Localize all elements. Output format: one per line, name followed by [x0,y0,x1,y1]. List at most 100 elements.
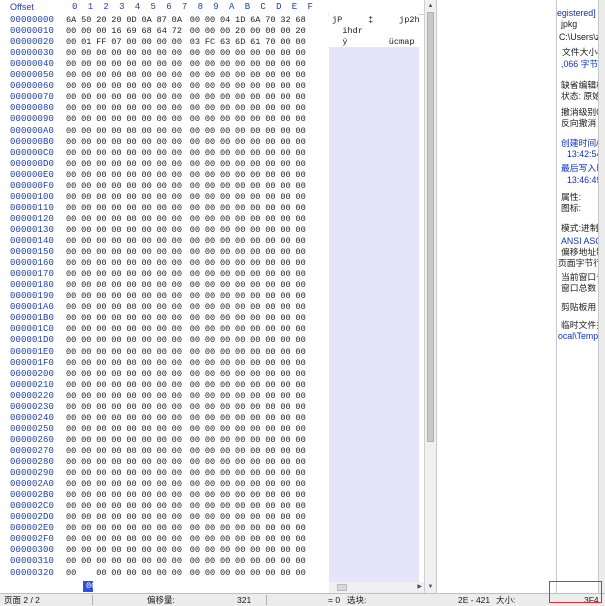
hex-row[interactable]: 00 00 00 00 00 00 00 00 00 00 00 00 00 00 00 00 [66,214,311,225]
hex-row[interactable]: 00 00 00 00 00 00 00 00 00 00 00 00 00 00 00 00 [66,170,311,181]
horizontal-scrollbar[interactable]: ▶ [329,582,424,593]
hex-row[interactable]: 00 00 00 00 00 00 00 00 00 00 00 00 00 00 00 00 [66,81,311,92]
offset-label: 00000230 [10,401,55,412]
text-row[interactable]: ÿ ücmap [332,37,414,48]
hex-row[interactable]: 00 00 00 00 00 00 00 00 00 00 00 00 00 00 00 00 [66,424,311,435]
hex-row[interactable]: 00 00 00 00 00 00 00 00 00 00 00 00 00 00 00 00 [66,148,311,159]
hex-row[interactable]: 00 00 00 00 00 00 00 00 00 00 00 00 00 00 00 00 [66,490,311,501]
info-entry: jpkg [561,19,578,29]
hex-row[interactable]: 00 00 00 00 00 00 00 00 00 00 00 00 00 00 00 00 [66,291,311,302]
column-label: 2 [103,2,109,12]
offset-label: 00000020 [10,37,55,48]
hex-row[interactable]: 00 00 00 00 00 00 00 00 00 00 00 00 00 00 00 00 [66,523,311,534]
hex-row[interactable]: 00 00 00 00 00 00 00 00 00 00 00 00 00 00 00 00 [66,358,311,369]
offset-label: 00000130 [10,224,55,235]
offset-label: 00000000 [10,15,55,25]
info-entry: 剪贴板用 [561,302,597,312]
offset-label: 00000080 [10,103,55,114]
scroll-right-arrow-icon[interactable]: ▶ [417,582,422,593]
offset-label: 00000150 [10,247,55,258]
hex-row[interactable]: 00 00 00 00 00 00 00 00 00 00 00 00 00 00 00 00 [66,413,311,424]
info-entry: 属性: [561,192,582,202]
hex-row[interactable]: 00 00 00 00 00 00 00 00 00 00 00 00 00 00 00 00 [66,335,311,346]
hex-row[interactable]: 00 01 FF 07 00 00 00 00 03 FC 63 6D 61 70 00 00 [66,37,311,48]
hex-row[interactable]: 6A 50 20 20 0D 0A 87 0A 00 00 04 1D 6A 70 32 68 [66,15,311,26]
hex-row[interactable]: 00 00 00 00 00 00 00 00 00 00 00 00 00 00 00 00 [66,380,311,391]
offset-label: 00000100 [10,191,55,202]
hex-row[interactable]: 00 00 00 00 00 00 00 00 00 00 00 00 00 00 00 [66,568,311,579]
hex-row[interactable]: 00 00 00 00 00 00 00 00 00 00 00 00 00 00 00 00 [66,225,311,236]
hex-row[interactable]: 00 00 00 16 69 68 64 72 00 00 00 20 00 00 00 20 [66,26,311,37]
info-entry: ocal\Temp [558,331,599,341]
text-row[interactable]: ihdr [332,26,363,37]
offset-label: 00000200 [10,368,55,379]
hex-row[interactable]: 00 00 00 00 00 00 00 00 00 00 00 00 00 00 00 00 [66,446,311,457]
text-column[interactable]: jP ‡ jp2h ihdr ÿ ücmap [329,14,420,593]
hex-row[interactable]: 00 00 00 00 00 00 00 00 00 00 00 00 00 00 00 00 [66,59,311,70]
hex-row[interactable]: 00 00 00 00 00 00 00 00 00 00 00 00 00 00 00 00 [66,137,311,148]
hex-row[interactable]: 00 00 00 00 00 00 00 00 00 00 00 00 00 00 00 00 [66,92,311,103]
vertical-scrollbar[interactable]: ▲ ▼ [424,0,436,593]
hex-row[interactable]: 00 00 00 00 00 00 00 00 00 00 00 00 00 00 00 00 [66,457,311,468]
hex-row[interactable]: 00 00 00 00 00 00 00 00 00 00 00 00 00 00 00 00 [66,391,311,402]
hex-row[interactable]: 00 00 00 00 00 00 00 00 00 00 00 00 00 00 00 00 [66,269,311,280]
hex-row[interactable]: 00 00 00 00 00 00 00 00 00 00 00 00 00 00 00 00 [66,545,311,556]
status-page: 页面 2 / 2 [4,595,40,605]
hex-row[interactable]: 00 00 00 00 00 00 00 00 00 00 00 00 00 00 00 00 [66,236,311,247]
hex-row[interactable]: 00 00 00 00 00 00 00 00 00 00 00 00 00 00 00 00 [66,435,311,446]
hex-editor-pane[interactable]: Offset 0123456789ABCDEF 00000000 00000010… [0,0,424,593]
hex-row[interactable]: 00 00 00 00 00 00 00 00 00 00 00 00 00 00 00 00 [66,313,311,324]
column-label: 7 [181,2,188,12]
hex-row[interactable]: 00 00 00 00 00 00 00 00 00 00 00 00 00 00 00 00 [66,280,311,291]
hex-row[interactable]: 00 00 00 00 00 00 00 00 00 00 00 00 00 00 00 00 [66,181,311,192]
status-offset-label: 偏移量: [147,595,175,605]
hex-row[interactable]: 00 00 00 00 00 00 00 00 00 00 00 00 00 00 00 00 [66,347,311,358]
column-label: 1 [87,2,94,12]
hex-row[interactable]: 00 00 00 00 00 00 00 00 00 00 00 00 00 00 00 00 [66,402,311,413]
hex-bytes-area[interactable]: 6A 50 20 20 0D 0A 87 0A 00 00 04 1D 6A 70 32 68 00 00 00 16… [64,14,328,593]
scroll-up-arrow-icon[interactable]: ▲ [426,1,435,11]
cursor-byte: 00 [86,581,97,591]
column-label: C [260,2,266,12]
status-selection-range: 2E - 421 [458,595,491,605]
offset-label: 00000220 [10,390,55,401]
hex-row[interactable]: 00 00 00 00 00 00 00 00 00 00 00 00 00 00 00 00 [66,468,311,479]
hex-row[interactable]: 00 00 00 00 00 00 00 00 00 00 00 00 00 00 00 00 [66,302,311,313]
column-label: D [276,2,282,12]
hex-row[interactable]: 00 00 00 00 00 00 00 00 00 00 00 00 00 00 00 00 [66,258,311,269]
hex-row[interactable]: 00 00 00 00 00 00 00 00 00 00 00 00 00 00 00 00 [66,126,311,137]
hex-row[interactable]: 00 00 00 00 00 00 00 00 00 00 00 00 00 00 00 00 [66,203,311,214]
scroll-down-arrow-icon[interactable]: ▼ [426,582,435,592]
info-entry: 模式:进制 [561,223,599,233]
offset-label: 00000030 [10,48,55,59]
column-label: 8 [197,2,203,12]
offset-column: 00000000 00000010 00000020 00000030 00000040… [0,14,65,593]
hex-row[interactable]: 00 00 00 00 00 00 00 00 00 00 00 00 00 00 00 00 [66,70,311,81]
offset-label: 00000060 [10,81,55,92]
side-panel-scrollbar[interactable] [598,0,605,593]
hex-row[interactable]: 00 00 00 00 00 00 00 00 00 00 00 00 00 00 00 00 [66,103,311,114]
hex-row[interactable]: 00 00 00 00 00 00 00 00 00 00 00 00 00 00 00 00 [66,48,311,59]
column-label: 0 [72,2,78,12]
status-offset-value: 321 [237,595,252,605]
hex-row[interactable]: 00 00 00 00 00 00 00 00 00 00 00 00 00 00 00 00 [66,501,311,512]
column-label: B [244,2,251,12]
hex-row[interactable]: 00 00 00 00 00 00 00 00 00 00 00 00 00 00 00 00 [66,534,311,545]
hex-row[interactable]: 00 00 00 00 00 00 00 00 00 00 00 00 00 00 00 00 [66,247,311,258]
hex-row[interactable]: 00 00 00 00 00 00 00 00 00 00 00 00 00 00 00 00 [66,159,311,170]
hex-row[interactable]: 00 00 00 00 00 00 00 00 00 00 00 00 00 00 00 00 [66,324,311,335]
vertical-scroll-thumb[interactable] [427,12,434,442]
text-row[interactable]: jP ‡ jp2h [332,15,420,26]
column-label: 9 [213,2,219,12]
hex-row[interactable]: 00 00 00 00 00 00 00 00 00 00 00 00 00 00 00 00 [66,114,311,125]
info-entry: ,066 字节 [561,59,599,69]
horizontal-scroll-thumb[interactable] [337,584,347,591]
info-entry: 撤消级别0 [561,107,602,117]
hex-row[interactable]: 00 00 00 00 00 00 00 00 00 00 00 00 00 00 00 00 [66,479,311,490]
hex-row[interactable]: 00 00 00 00 00 00 00 00 00 00 00 00 00 00 00 00 [66,512,311,523]
hex-row[interactable]: 00 00 00 00 00 00 00 00 00 00 00 00 00 00 00 00 [66,556,311,567]
offset-label: 000002C0 [10,501,55,512]
offset-label: 00000160 [10,258,55,269]
hex-row[interactable]: 00 00 00 00 00 00 00 00 00 00 00 00 00 00 00 00 [66,192,311,203]
hex-row[interactable]: 00 00 00 00 00 00 00 00 00 00 00 00 00 00 00 00 [66,369,311,380]
